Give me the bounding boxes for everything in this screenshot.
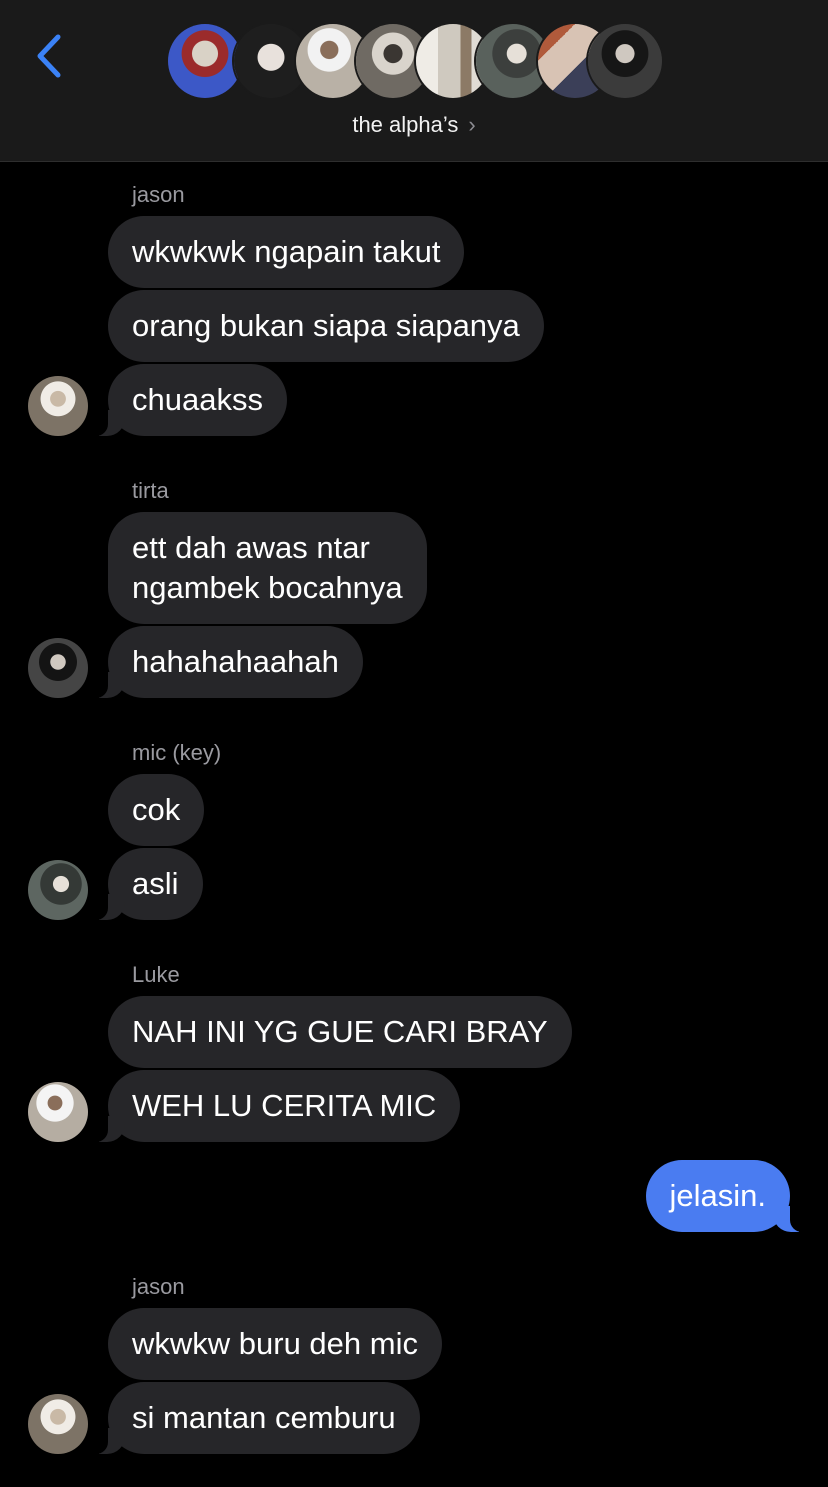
- member-avatar-8: [586, 22, 664, 100]
- message-bubble[interactable]: WEH LU CERITA MIC: [89, 1070, 461, 1142]
- sender-avatar[interactable]: [28, 376, 88, 436]
- group-title[interactable]: the alpha’s ›: [0, 112, 828, 138]
- group-title-text: the alpha’s: [352, 112, 459, 137]
- message-bubble[interactable]: orang bukan siapa siapanya: [108, 290, 544, 362]
- message-bubble[interactable]: hahahahaahah: [90, 626, 363, 698]
- message-bubble[interactable]: wkwkwk ngapain takut: [108, 216, 465, 288]
- sender-avatar[interactable]: [28, 638, 88, 698]
- sender-avatar[interactable]: [28, 1394, 88, 1454]
- sender-name: jason: [132, 182, 185, 207]
- sender-name: tirta: [132, 478, 169, 503]
- sender-avatar[interactable]: [28, 860, 88, 920]
- message-bubble[interactable]: chuaakss: [90, 364, 287, 436]
- group-avatars[interactable]: [166, 22, 666, 104]
- chevron-right-icon: ›: [468, 112, 476, 137]
- chevron-left-icon: [37, 34, 61, 78]
- sender-name: Luke: [132, 962, 180, 987]
- message-bubble[interactable]: asli: [90, 848, 203, 920]
- back-button[interactable]: [26, 30, 70, 82]
- outgoing-message-bubble[interactable]: jelasin.: [645, 1160, 808, 1232]
- sender-name: jason: [132, 1274, 185, 1299]
- message-bubble[interactable]: cok: [108, 774, 205, 846]
- sender-avatar[interactable]: [28, 1082, 88, 1142]
- message-bubble[interactable]: ett dah awas ntar ngambek bocahnya: [108, 512, 427, 624]
- message-bubble[interactable]: NAH INI YG GUE CARI BRAY: [108, 996, 572, 1068]
- chat-header: the alpha’s ›: [0, 0, 828, 162]
- message-bubble[interactable]: si mantan cemburu: [90, 1382, 420, 1454]
- sender-name: mic (key): [132, 740, 222, 765]
- message-bubble[interactable]: wkwkw buru deh mic: [108, 1308, 442, 1380]
